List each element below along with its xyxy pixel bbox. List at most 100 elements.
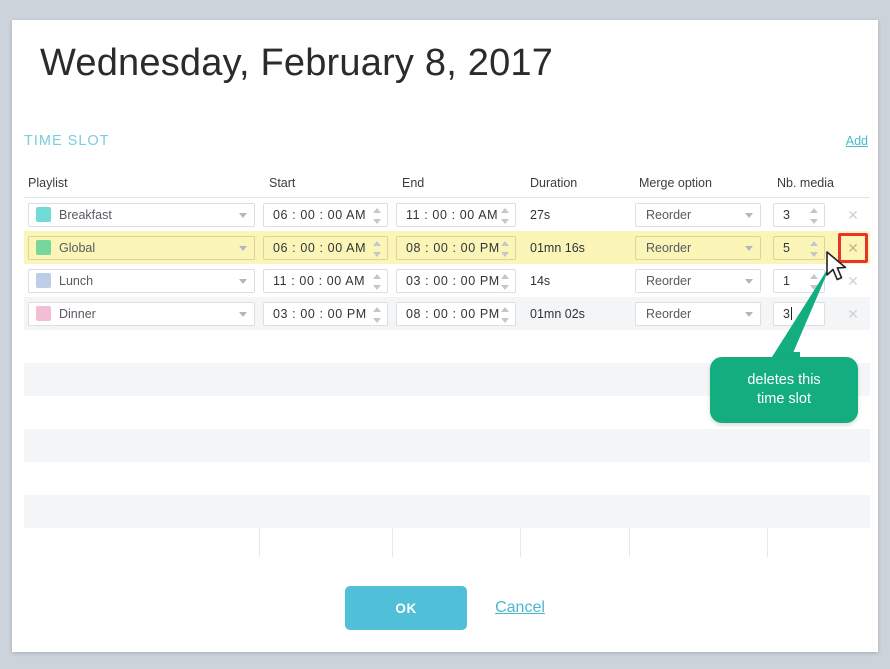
highlight-box [838, 232, 868, 263]
section-title: TIME SLOT [24, 133, 110, 149]
playlist-select[interactable]: Breakfast [28, 202, 255, 227]
start-time-input[interactable]: 11 : 00 : 00 AM [263, 268, 388, 293]
playlist-color-swatch [36, 273, 51, 288]
table-row[interactable]: Dinner 03 : 00 : 00 PM 08 : 00 : 00 PM 01mn… [24, 297, 870, 330]
merge-option-select[interactable]: Reorder [635, 301, 761, 326]
delete-time-slot-button[interactable]: ✕ [842, 303, 864, 325]
spinner-arrows-icon[interactable] [810, 272, 819, 292]
column-header-end: End [402, 176, 425, 190]
duration-value: 14s [530, 273, 551, 288]
time-slot-dialog: Wednesday, February 8, 2017 TIME SLOT Ad… [12, 20, 878, 652]
table-row-empty [24, 330, 870, 363]
spinner-arrows-icon[interactable] [501, 239, 510, 259]
chevron-down-icon[interactable] [239, 245, 247, 251]
time-slot-table: Playlist Start End Duration Merge option Nb. … [24, 172, 870, 557]
chevron-down-icon[interactable] [745, 278, 753, 284]
playlist-name: Dinner [59, 306, 96, 321]
chevron-down-icon[interactable] [745, 311, 753, 317]
table-row-empty [24, 429, 870, 462]
playlist-color-swatch [36, 306, 51, 321]
spinner-arrows-icon[interactable] [810, 239, 819, 259]
spinner-arrows-icon[interactable] [501, 272, 510, 292]
table-row-empty [24, 462, 870, 495]
dialog-footer: OK Cancel [12, 586, 878, 630]
duration-value: 27s [530, 207, 551, 222]
add-time-slot-link[interactable]: Add [846, 134, 868, 148]
merge-option-value: Reorder [646, 273, 692, 288]
nb-media-value: 1 [783, 273, 790, 288]
merge-option-value: Reorder [646, 306, 692, 321]
table-row-empty [24, 495, 870, 528]
merge-option-value: Reorder [646, 207, 692, 222]
table-row[interactable]: Global 06 : 00 : 00 AM 08 : 00 : 00 PM 01mn… [24, 231, 870, 264]
nb-media-stepper[interactable]: 3 [773, 202, 825, 227]
playlist-select[interactable]: Global [28, 235, 255, 260]
merge-option-select[interactable]: Reorder [635, 268, 761, 293]
column-header-playlist: Playlist [28, 176, 68, 190]
playlist-select[interactable]: Lunch [28, 268, 255, 293]
table-row[interactable]: Breakfast 06 : 00 : 00 AM 11 : 00 : 00 AM 2… [24, 198, 870, 231]
start-time-input-value: 06 : 00 : 00 AM [273, 207, 367, 222]
end-time-input-value: 08 : 00 : 00 PM [406, 240, 500, 255]
spinner-arrows-icon[interactable] [810, 206, 819, 226]
nb-media-value: 5 [783, 240, 790, 255]
spinner-arrows-icon[interactable] [501, 206, 510, 226]
end-time-input[interactable]: 08 : 00 : 00 PM [396, 301, 516, 326]
playlist-name: Lunch [59, 273, 94, 288]
spinner-arrows-icon[interactable] [373, 272, 382, 292]
chevron-down-icon[interactable] [239, 311, 247, 317]
column-header-nbmedia: Nb. media [777, 176, 834, 190]
delete-time-slot-button[interactable]: ✕ [842, 204, 864, 226]
nb-media-stepper[interactable]: 3 [773, 301, 825, 326]
table-body: Breakfast 06 : 00 : 00 AM 11 : 00 : 00 AM 2… [24, 198, 870, 557]
spinner-arrows-icon[interactable] [373, 305, 382, 325]
end-time-input-value: 03 : 00 : 00 PM [406, 273, 500, 288]
end-time-input[interactable]: 11 : 00 : 00 AM [396, 202, 516, 227]
ok-button[interactable]: OK [345, 586, 468, 630]
merge-option-select[interactable]: Reorder [635, 235, 761, 260]
table-row-empty [24, 363, 870, 396]
end-time-input[interactable]: 08 : 00 : 00 PM [396, 235, 516, 260]
text-cursor [790, 307, 792, 320]
delete-time-slot-button[interactable]: ✕ [838, 232, 868, 263]
playlist-select[interactable]: Dinner [28, 301, 255, 326]
start-time-input[interactable]: 06 : 00 : 00 AM [263, 235, 388, 260]
merge-option-select[interactable]: Reorder [635, 202, 761, 227]
playlist-color-swatch [36, 207, 51, 222]
playlist-name: Global [59, 240, 96, 255]
start-time-input[interactable]: 03 : 00 : 00 PM [263, 301, 388, 326]
spinner-arrows-icon[interactable] [373, 239, 382, 259]
column-header-duration: Duration [530, 176, 578, 190]
chevron-down-icon[interactable] [239, 278, 247, 284]
nb-media-stepper[interactable]: 5 [773, 235, 825, 260]
end-time-input-value: 08 : 00 : 00 PM [406, 306, 500, 321]
start-time-input-value: 03 : 00 : 00 PM [273, 306, 367, 321]
playlist-color-swatch [36, 240, 51, 255]
playlist-name: Breakfast [59, 207, 112, 222]
chevron-down-icon[interactable] [745, 245, 753, 251]
column-header-start: Start [269, 176, 296, 190]
chevron-down-icon[interactable] [745, 212, 753, 218]
table-row-empty [24, 396, 870, 429]
nb-media-stepper[interactable]: 1 [773, 268, 825, 293]
section-header: TIME SLOT Add [24, 133, 870, 159]
merge-option-value: Reorder [646, 240, 692, 255]
end-time-input-value: 11 : 00 : 00 AM [406, 207, 499, 222]
nb-media-value: 3 [783, 306, 790, 321]
delete-time-slot-button[interactable]: ✕ [842, 270, 864, 292]
start-time-input[interactable]: 06 : 00 : 00 AM [263, 202, 388, 227]
chevron-down-icon[interactable] [239, 212, 247, 218]
table-row[interactable]: Lunch 11 : 00 : 00 AM 03 : 00 : 00 PM 14s Re… [24, 264, 870, 297]
duration-value: 01mn 16s [530, 240, 585, 255]
column-header-merge: Merge option [639, 176, 712, 190]
end-time-input[interactable]: 03 : 00 : 00 PM [396, 268, 516, 293]
spinner-arrows-icon[interactable] [373, 206, 382, 226]
cancel-link[interactable]: Cancel [495, 599, 545, 617]
table-header-row: Playlist Start End Duration Merge option Nb. … [24, 172, 870, 198]
spinner-arrows-icon[interactable] [501, 305, 510, 325]
page-title: Wednesday, February 8, 2017 [40, 42, 554, 84]
duration-value: 01mn 02s [530, 306, 585, 321]
start-time-input-value: 11 : 00 : 00 AM [273, 273, 366, 288]
start-time-input-value: 06 : 00 : 00 AM [273, 240, 367, 255]
nb-media-value: 3 [783, 207, 790, 222]
